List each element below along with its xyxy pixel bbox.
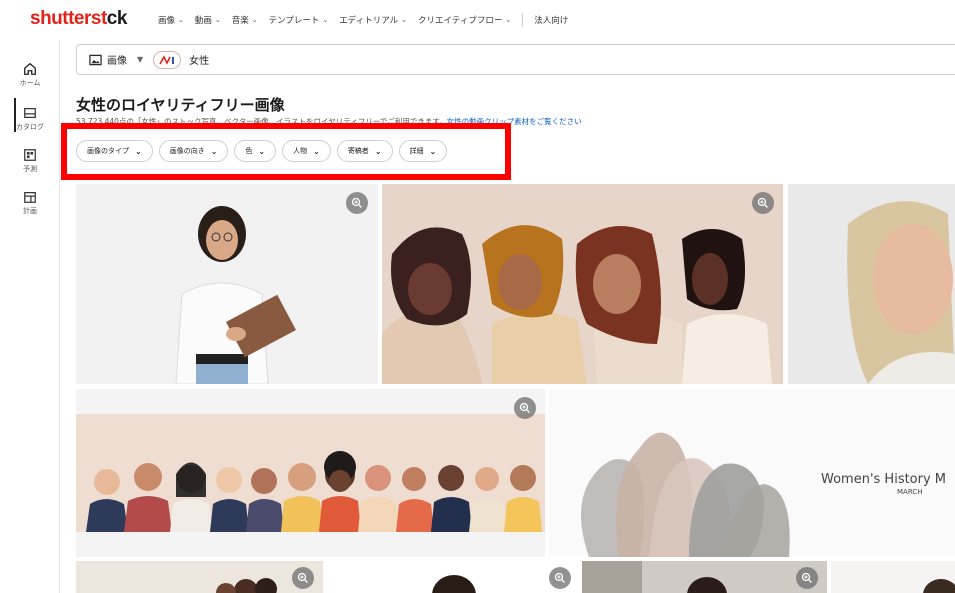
search-input[interactable]: 女性 <box>189 52 209 67</box>
media-type-select[interactable]: 画像 ▼ <box>77 52 143 67</box>
left-sidebar: ホーム カタログ 予測 計画 <box>0 40 60 593</box>
top-navigation: shutterstck 画像 ⌄ 動画 ⌄ 音楽 ⌄ テンプレート ⌄ エディトリアル ⌄… <box>0 0 955 40</box>
catalog-icon <box>24 108 36 118</box>
image-result-women-illustration[interactable] <box>382 184 783 384</box>
nav-item-business[interactable]: 法人向け <box>534 14 568 26</box>
chevron-down-icon: ⌄ <box>322 16 329 24</box>
zoom-button[interactable] <box>752 192 774 214</box>
caret-down-icon: ▼ <box>137 55 144 64</box>
nav-item-images[interactable]: 画像 ⌄ <box>158 14 184 26</box>
ai-search-toggle[interactable] <box>153 50 182 69</box>
zoom-in-icon <box>297 572 308 583</box>
womens-history-subheading: MARCH <box>897 488 923 496</box>
search-bar: 画像 ▼ 女性 <box>76 44 955 75</box>
image-result-partial[interactable] <box>831 561 955 593</box>
womens-history-heading: Women's History M <box>821 472 947 487</box>
nav-item-music[interactable]: 音楽 ⌄ <box>232 14 258 26</box>
home-icon <box>24 62 36 75</box>
sidebar-item-catalog[interactable]: カタログ <box>0 106 60 132</box>
sidebar-item-forecast[interactable]: 予測 <box>0 148 60 174</box>
zoom-in-icon <box>351 197 362 208</box>
image-result-woman-tablet[interactable] <box>76 184 378 384</box>
sidebar-item-plan[interactable]: 計画 <box>0 190 60 216</box>
logo-text-part2: ck <box>106 8 128 29</box>
main-nav: 画像 ⌄ 動画 ⌄ 音楽 ⌄ テンプレート ⌄ エディトリアル ⌄ クリエイティブフロー ⌄… <box>158 13 579 27</box>
chevron-down-icon: ⌄ <box>178 16 184 24</box>
photo-woman-portrait-partial <box>327 561 578 593</box>
chevron-down-icon: ⌄ <box>505 16 512 24</box>
nav-item-video[interactable]: 動画 ⌄ <box>195 14 221 26</box>
nav-item-creative-flow[interactable]: クリエイティブフロー ⌄ <box>418 14 511 26</box>
zoom-in-icon <box>519 402 530 413</box>
nav-divider <box>522 13 524 27</box>
image-icon <box>89 54 102 65</box>
photo-group-partial <box>76 561 323 593</box>
chevron-down-icon: ⌄ <box>401 16 407 24</box>
forecast-icon <box>24 149 36 161</box>
illustration-diverse-people-row <box>76 389 545 557</box>
zoom-in-icon <box>554 572 565 583</box>
logo-text-part1: shutterst <box>30 8 107 29</box>
image-result-womens-history[interactable]: Women's History M MARCH <box>549 389 955 557</box>
nav-item-editorial[interactable]: エディトリアル ⌄ <box>339 14 407 26</box>
photo-office-partial <box>582 561 827 593</box>
chevron-down-icon: ⌄ <box>251 16 258 24</box>
illustration-diverse-women <box>382 184 783 384</box>
photo-senior-woman <box>788 184 955 384</box>
image-result-senior-woman[interactable] <box>788 184 955 384</box>
zoom-in-icon <box>757 197 768 208</box>
zoom-button[interactable] <box>292 567 314 589</box>
zoom-button[interactable] <box>514 397 536 419</box>
nav-item-templates[interactable]: テンプレート ⌄ <box>269 14 329 26</box>
image-result-office-woman[interactable] <box>582 561 827 593</box>
sidebar-item-home[interactable]: ホーム <box>0 62 60 88</box>
image-result-group-photo[interactable] <box>76 561 323 593</box>
zoom-button[interactable] <box>796 567 818 589</box>
photo-woman-tablet <box>76 184 378 384</box>
chevron-down-icon: ⌄ <box>214 16 221 24</box>
photo-partial-right <box>831 561 955 593</box>
image-result-woman-portrait[interactable] <box>327 561 578 593</box>
page-title: 女性のロイヤリティフリー画像 <box>76 96 285 114</box>
zoom-in-icon <box>801 572 812 583</box>
zoom-button[interactable] <box>346 192 368 214</box>
highlight-annotation-box <box>61 123 511 180</box>
image-result-diverse-group[interactable] <box>76 389 545 557</box>
ai-search-icon <box>159 54 175 65</box>
plan-icon <box>24 192 36 203</box>
shutterstock-logo[interactable]: shutterstck <box>30 8 127 30</box>
zoom-button[interactable] <box>549 567 571 589</box>
